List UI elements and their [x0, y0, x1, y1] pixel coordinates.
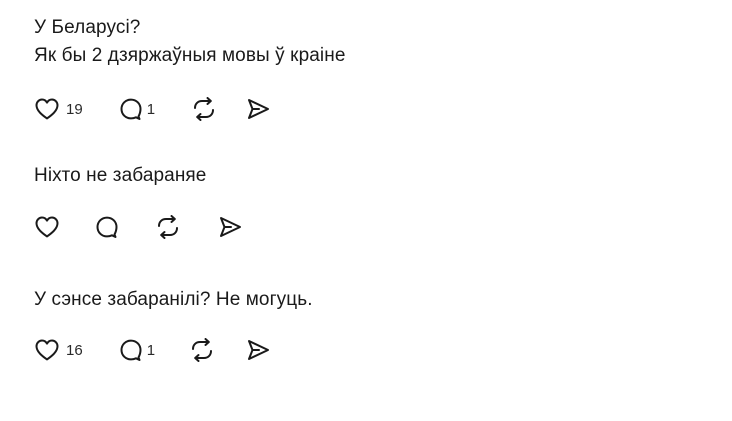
heart-icon — [35, 98, 59, 120]
post-text: У Беларусі? Як бы 2 дзяржаўныя мовы ў кр… — [34, 17, 346, 66]
reply-count: 1 — [146, 341, 156, 359]
repost-button[interactable] — [189, 338, 215, 362]
post-1-actions: 19 1 — [34, 96, 271, 122]
post-2-actions — [34, 214, 243, 240]
post-1: У Беларусі? Як бы 2 дзяржаўныя мовы ў кр… — [34, 14, 346, 70]
reply-button[interactable]: 1 — [118, 338, 155, 362]
repost-button[interactable] — [155, 215, 181, 239]
like-button[interactable]: 16 — [34, 338, 83, 362]
share-button[interactable] — [245, 338, 271, 362]
share-button[interactable] — [217, 215, 243, 239]
reply-button[interactable]: 1 — [118, 97, 155, 121]
post-text: Ніхто не забараняе — [34, 165, 207, 186]
reply-button[interactable] — [94, 215, 120, 239]
post-2: Ніхто не забараняе — [34, 162, 206, 190]
post-3: У сэнсе забаранілі? Не могуць. — [34, 286, 313, 314]
speech-bubble-icon — [120, 98, 142, 120]
like-count: 19 — [66, 100, 83, 118]
heart-icon — [35, 216, 59, 238]
speech-bubble-icon — [96, 216, 118, 238]
post-text: У сэнсе забаранілі? Не могуць. — [34, 289, 313, 310]
post-3-actions: 16 1 — [34, 337, 271, 363]
send-icon — [248, 99, 270, 119]
like-button[interactable]: 19 — [34, 97, 83, 121]
like-count: 16 — [66, 341, 83, 359]
repost-icon — [158, 215, 178, 239]
share-button[interactable] — [245, 97, 271, 121]
send-icon — [248, 340, 270, 360]
reply-count: 1 — [146, 100, 156, 118]
like-button[interactable] — [34, 215, 60, 239]
repost-icon — [192, 338, 213, 362]
speech-bubble-icon — [120, 339, 142, 361]
repost-icon — [194, 97, 215, 121]
heart-icon — [35, 339, 59, 361]
repost-button[interactable] — [191, 97, 217, 121]
send-icon — [220, 217, 241, 237]
